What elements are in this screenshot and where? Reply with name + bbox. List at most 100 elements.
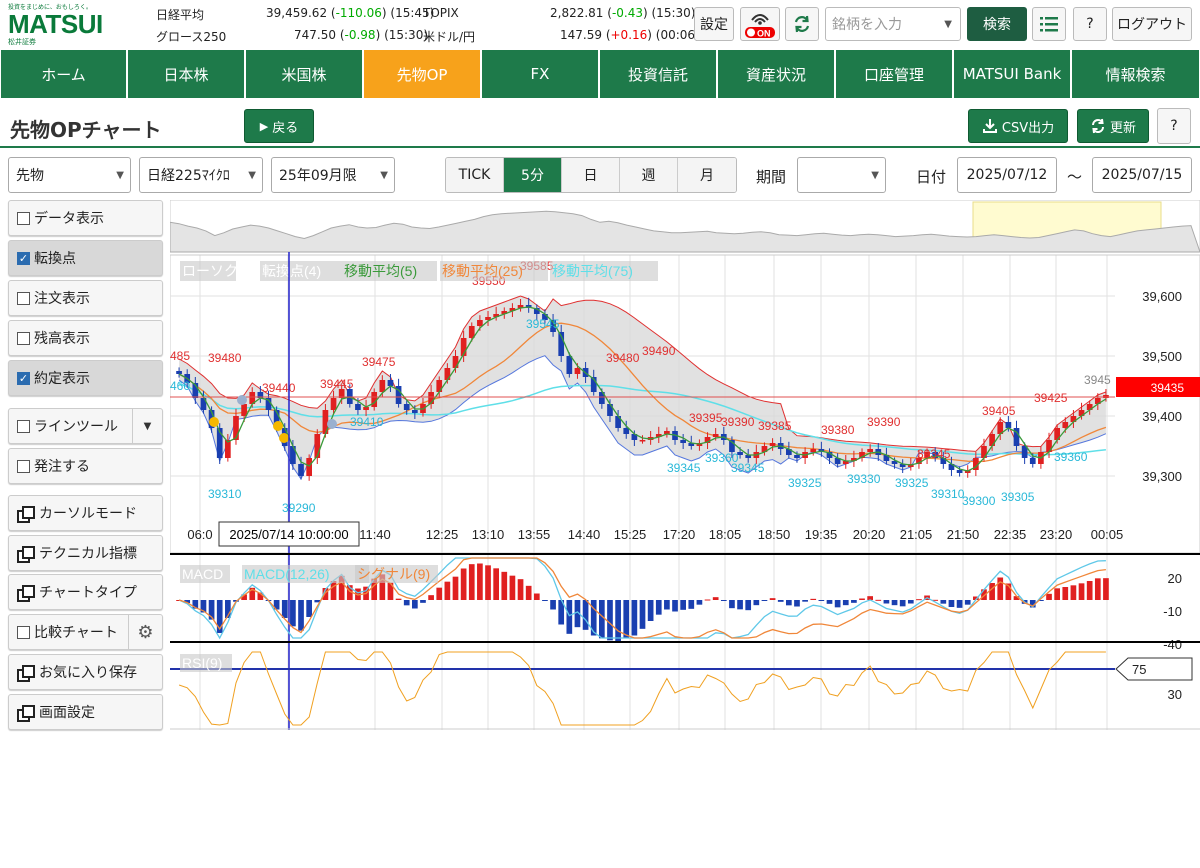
realtime-toggle[interactable]: ON <box>740 7 780 41</box>
market-change: -0.98 <box>344 28 376 42</box>
toggle-turning-points[interactable]: ✓ 転換点 <box>8 240 163 276</box>
matsui-logo[interactable]: 投資をまじめに、おもしろく。 MATSUI 松井証券 <box>8 2 128 46</box>
csv-export-button[interactable]: CSV出力 <box>968 109 1068 143</box>
nav-us-stocks[interactable]: 米国株 <box>245 50 363 98</box>
settings-button[interactable]: 設定 <box>694 7 734 41</box>
execution-marker <box>273 421 283 431</box>
toggle-balance-display[interactable]: 残高表示 <box>8 320 163 356</box>
macd-histogram-bar <box>672 600 678 612</box>
turning-point-low: 39545 <box>526 317 560 331</box>
screen-settings-button[interactable]: 画面設定 <box>8 694 163 730</box>
interval-month[interactable]: 月 <box>678 158 736 192</box>
toggle-order-display[interactable]: 注文表示 <box>8 280 163 316</box>
menu-button[interactable] <box>1032 7 1066 41</box>
cursor-mode-button[interactable]: カーソルモード <box>8 495 163 531</box>
turning-point-low: 39310 <box>931 487 965 501</box>
macd-histogram-bar <box>883 600 890 604</box>
time-tick-label: 06:0 <box>187 527 212 542</box>
time-tick-label: 12:25 <box>426 527 459 542</box>
chevron-down-icon: ▼ <box>116 169 124 181</box>
refresh-icon <box>794 15 810 33</box>
save-favorite-button[interactable]: お気に入り保存 <box>8 654 163 690</box>
interval-tick[interactable]: TICK <box>446 158 504 192</box>
turning-point-low: 39345 <box>667 461 701 475</box>
chart-area[interactable]: 4853948039440394453947539550395853948039… <box>169 199 1200 730</box>
date-from-input[interactable]: 2025/07/12 <box>957 157 1057 193</box>
nav-fx[interactable]: FX <box>481 50 599 98</box>
macd-histogram-bar <box>704 599 711 601</box>
help-button[interactable]: ? <box>1073 7 1107 41</box>
time-tick-label: 20:20 <box>853 527 886 542</box>
candle-body <box>298 464 304 476</box>
cursor-time-label: 2025/07/14 10:00:00 <box>229 527 348 542</box>
nav-funds[interactable]: 投資信託 <box>599 50 717 98</box>
turning-point-high: 39385 <box>758 419 792 433</box>
market-value: 747.50 <box>294 28 336 42</box>
logout-button[interactable]: ログアウト <box>1112 7 1192 41</box>
macd-histogram-bar <box>444 581 451 600</box>
time-tick-label: 19:35 <box>805 527 838 542</box>
time-tick-label: 11:40 <box>359 527 391 542</box>
macd-histogram-bar <box>1086 581 1093 600</box>
macd-histogram-bar <box>818 600 825 601</box>
refresh-button[interactable]: 更新 <box>1077 109 1149 143</box>
toggle-data-display[interactable]: データ表示 <box>8 200 163 236</box>
nav-account[interactable]: 口座管理 <box>835 50 953 98</box>
page-help-button[interactable]: ? <box>1157 108 1191 144</box>
period-select[interactable]: ▼ <box>797 157 886 193</box>
side-label: 注文表示 <box>34 291 90 307</box>
interval-week[interactable]: 週 <box>620 158 678 192</box>
last-price-label: 3945 <box>1084 373 1111 387</box>
technical-indicators-button[interactable]: テクニカル指標 <box>8 535 163 571</box>
chevron-down-icon[interactable]: ▼ <box>132 409 162 443</box>
search-button[interactable]: 検索 <box>967 7 1027 41</box>
symbol-search-input[interactable]: 銘柄を入力 ▼ <box>825 7 961 41</box>
time-tick-label: 22:35 <box>994 527 1027 542</box>
nav-futures-options[interactable]: 先物OP <box>363 50 481 98</box>
nav-assets[interactable]: 資産状況 <box>717 50 835 98</box>
market-time: (15:30) <box>384 28 429 42</box>
turning-point-low: 39310 <box>208 487 242 501</box>
legend-label: 転換点(4) <box>262 263 321 279</box>
candle-body <box>956 470 963 473</box>
candle-body <box>452 356 459 368</box>
side-label: テクニカル指標 <box>39 546 137 562</box>
candle-body <box>477 320 483 326</box>
product-select[interactable]: 先物 ▼ <box>8 157 131 193</box>
toggle-execution-display[interactable]: ✓ 約定表示 <box>8 360 163 396</box>
interval-5min[interactable]: 5分 <box>504 158 562 192</box>
macd-histogram-bar <box>1094 578 1101 600</box>
product-value: 先物 <box>16 168 44 184</box>
play-icon: ▶ <box>259 119 269 133</box>
toggle-compare-chart[interactable]: 比較チャート ⚙ <box>8 614 163 650</box>
reload-button[interactable] <box>785 7 819 41</box>
contract-select[interactable]: 日経225ﾏｲｸﾛ ▼ <box>139 157 263 193</box>
toggle-line-tool[interactable]: ラインツール ▼ <box>8 408 163 444</box>
interval-day[interactable]: 日 <box>562 158 620 192</box>
toggle-place-order[interactable]: 発注する <box>8 448 163 484</box>
main-nav: ホーム 日本株 米国株 先物OP FX 投資信託 資産状況 口座管理 MATSU… <box>0 50 1200 98</box>
turning-point-high: 39480 <box>208 351 242 365</box>
nav-home[interactable]: ホーム <box>0 50 127 98</box>
macd-tick-label: 20 <box>1168 571 1182 586</box>
nav-japan-stocks[interactable]: 日本株 <box>127 50 245 98</box>
csv-label: CSV出力 <box>1001 120 1055 136</box>
macd-histogram-bar <box>851 600 857 603</box>
market-change: -110.06 <box>335 6 382 20</box>
chart-type-button[interactable]: チャートタイプ <box>8 574 163 610</box>
nav-info-search[interactable]: 情報検索 <box>1071 50 1200 98</box>
back-button[interactable]: ▶ 戻る <box>244 109 314 143</box>
macd-histogram-bar <box>542 600 548 601</box>
macd-histogram-bar <box>916 599 922 601</box>
execution-marker <box>279 433 289 443</box>
nav-matsui-bank[interactable]: MATSUI Bank <box>953 50 1071 98</box>
month-select[interactable]: 25年09月限 ▼ <box>271 157 395 193</box>
gear-icon[interactable]: ⚙ <box>128 615 162 649</box>
side-label: ラインツール <box>34 419 118 435</box>
date-to-input[interactable]: 2025/07/15 <box>1092 157 1192 193</box>
period-label: 期間 <box>756 168 787 186</box>
price-chart[interactable]: 4853948039440394453947539550395853948039… <box>169 199 1200 730</box>
macd-histogram-bar <box>688 600 695 609</box>
checkbox-icon <box>17 291 30 305</box>
macd-histogram-bar <box>501 571 508 600</box>
